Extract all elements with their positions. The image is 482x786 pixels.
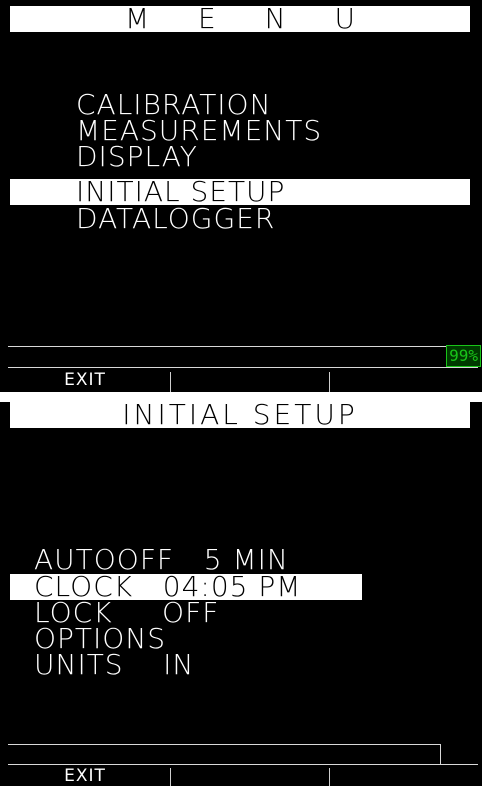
- battery-indicator: 99%: [446, 345, 481, 367]
- softkey-row: EXIT: [0, 368, 482, 392]
- setup-title-bar: INITIAL SETUP: [10, 402, 470, 431]
- setup-item-units[interactable]: UNITS IN: [34, 651, 194, 679]
- softkey-2[interactable]: [171, 764, 329, 786]
- menu-item-datalogger[interactable]: DATALOGGER: [76, 205, 275, 233]
- status-bar-end-line: [440, 744, 441, 764]
- status-bar-top-line: [8, 346, 478, 347]
- softkey-2[interactable]: [171, 368, 329, 392]
- menu-screen: M E N U CALIBRATION MEASUREMENTS DISPLAY…: [0, 0, 482, 392]
- softkey-3[interactable]: [330, 764, 482, 786]
- status-bar-top-line: [8, 744, 440, 745]
- softkey-row: EXIT: [0, 764, 482, 786]
- setup-title: INITIAL SETUP: [122, 402, 358, 431]
- menu-item-display[interactable]: DISPLAY: [76, 143, 198, 171]
- softkey-exit[interactable]: EXIT: [0, 764, 170, 786]
- softkey-3[interactable]: [330, 368, 482, 392]
- menu-title-bar: M E N U: [10, 5, 470, 33]
- initial-setup-screen: INITIAL SETUP AUTOOFF 5 MIN CLOCK 04:05 …: [0, 402, 482, 786]
- menu-title: M E N U: [125, 2, 375, 35]
- softkey-exit[interactable]: EXIT: [0, 368, 170, 392]
